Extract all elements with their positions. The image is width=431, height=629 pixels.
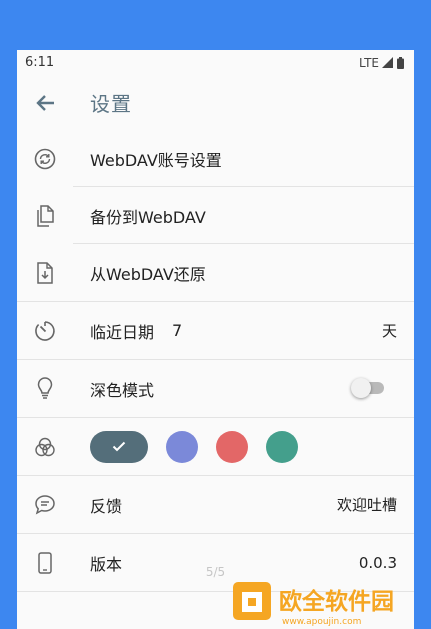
timer-icon xyxy=(35,320,55,341)
backup-row[interactable]: 备份到WebDAV xyxy=(17,187,414,244)
lightbulb-icon xyxy=(37,377,53,399)
watermark-name: 欧全软件园 xyxy=(279,588,394,615)
due-days-label: 临近日期 xyxy=(90,322,155,342)
restore-label: 从WebDAV还原 xyxy=(90,264,206,284)
webdav-account-row[interactable]: WebDAV账号设置 xyxy=(17,130,414,187)
watermark-url: www.apoujin.com xyxy=(282,617,361,627)
color-swatch-blue[interactable] xyxy=(166,430,198,463)
due-days-row[interactable]: 临近日期 7 天 xyxy=(17,302,414,360)
backup-label: 备份到WebDAV xyxy=(90,207,206,227)
restore-row[interactable]: 从WebDAV还原 xyxy=(17,244,414,302)
status-indicators: LTE xyxy=(359,56,404,70)
page-title: 设置 xyxy=(90,92,132,116)
app-bar: 设置 xyxy=(17,75,414,130)
feedback-row[interactable]: 反馈 欢迎吐槽 xyxy=(17,476,414,534)
feedback-value: 欢迎吐槽 xyxy=(336,496,397,514)
color-swatches xyxy=(90,430,298,463)
file-download-icon xyxy=(37,261,53,284)
network-type: LTE xyxy=(359,55,379,70)
color-swatch-selected[interactable] xyxy=(90,430,148,463)
dark-mode-label: 深色模式 xyxy=(90,380,155,400)
sync-icon xyxy=(34,148,56,169)
color-circles-icon xyxy=(35,437,55,456)
dark-mode-toggle[interactable] xyxy=(351,378,384,398)
arrow-back-icon xyxy=(36,94,54,111)
color-swatch-teal[interactable] xyxy=(266,430,298,463)
check-icon xyxy=(112,441,126,452)
due-days-value[interactable]: 7 xyxy=(172,321,182,340)
due-days-unit: 天 xyxy=(381,322,397,340)
dark-mode-row[interactable]: 深色模式 xyxy=(17,360,414,418)
status-time: 6:11 xyxy=(25,55,55,70)
back-button[interactable] xyxy=(17,94,73,112)
copy-file-icon xyxy=(37,204,54,227)
feedback-label: 反馈 xyxy=(90,496,123,516)
chat-bubble-icon xyxy=(35,495,55,515)
watermark-logo: 欧全软件园 www.apoujin.com xyxy=(233,582,394,627)
page-indicator: 5/5 xyxy=(205,565,226,579)
battery-icon xyxy=(397,56,404,69)
color-swatch-red[interactable] xyxy=(216,430,248,463)
theme-color-row xyxy=(17,418,414,476)
status-bar: 6:11 LTE xyxy=(17,50,414,75)
webdav-account-label: WebDAV账号设置 xyxy=(90,150,222,170)
phone-screen: 6:11 LTE 设置 WebDAV账号设置 备份到WebDAV 从WebDAV… xyxy=(17,50,414,629)
signal-icon xyxy=(382,57,393,68)
